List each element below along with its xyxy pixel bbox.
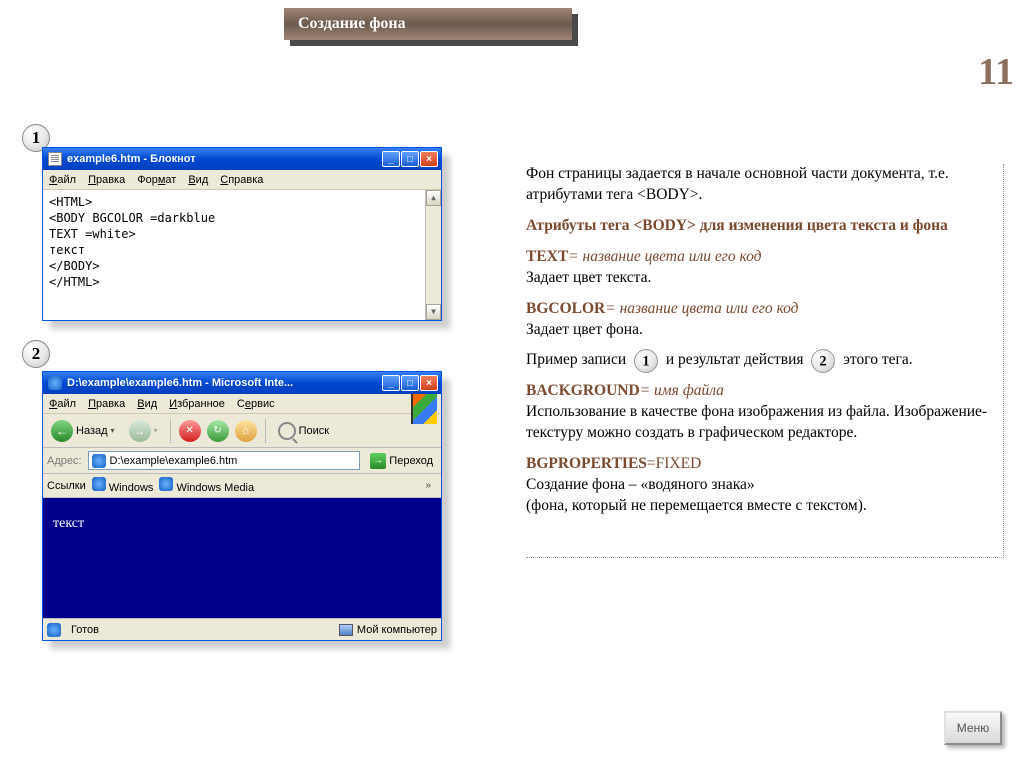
code-line: </BODY> bbox=[49, 258, 435, 274]
ie-titlebar[interactable]: D:\example\example6.htm - Microsoft Inte… bbox=[43, 372, 441, 394]
example-line: Пример записи 1 и результат действия 2 э… bbox=[526, 350, 995, 371]
attr-bgcolor: BGCOLOR= название цвета или его код Зада… bbox=[526, 299, 995, 341]
links-label: Ссылки bbox=[47, 480, 86, 492]
attr-text: TEXT= название цвета или его код Задает … bbox=[526, 247, 995, 289]
link-windows-media[interactable]: Windows Media bbox=[159, 477, 254, 494]
back-button[interactable]: ← Назад ▾ bbox=[47, 418, 119, 444]
go-label: Переход bbox=[389, 455, 433, 467]
dropdown-icon: ▾ bbox=[111, 426, 115, 435]
menu-favorites[interactable]: Избранное bbox=[169, 398, 225, 410]
paragraph: Фон страницы задается в начале основной … bbox=[526, 164, 995, 206]
status-ready: Готов bbox=[71, 624, 99, 636]
code-line: <BODY BGCOLOR =darkblue bbox=[49, 210, 435, 226]
menu-format[interactable]: Формат bbox=[137, 174, 176, 186]
minimize-button[interactable]: _ bbox=[382, 151, 400, 167]
page-icon bbox=[92, 454, 106, 468]
explanation-text: Фон страницы задается в начале основной … bbox=[526, 164, 1004, 558]
notepad-title: example6.htm - Блокнот bbox=[67, 153, 382, 165]
links-overflow-icon[interactable]: » bbox=[425, 480, 431, 491]
toolbar-separator bbox=[170, 419, 171, 443]
search-label: Поиск bbox=[299, 425, 329, 437]
toolbar-separator bbox=[265, 419, 266, 443]
link-windows[interactable]: Windows bbox=[92, 477, 154, 494]
notepad-scrollbar[interactable]: ▲ ▼ bbox=[425, 190, 441, 320]
notepad-content[interactable]: <HTML> <BODY BGCOLOR =darkblue TEXT =whi… bbox=[43, 190, 441, 320]
ie-app-icon bbox=[48, 376, 62, 390]
menu-file[interactable]: Файл bbox=[49, 398, 76, 410]
stop-icon[interactable]: ✕ bbox=[179, 420, 201, 442]
search-icon bbox=[278, 422, 296, 440]
ie-statusbar: Готов Мой компьютер bbox=[43, 618, 441, 640]
back-arrow-icon: ← bbox=[51, 420, 73, 442]
back-label: Назад bbox=[76, 425, 108, 437]
notepad-app-icon bbox=[48, 152, 62, 166]
link-icon bbox=[92, 477, 106, 491]
code-line: TEXT =white> bbox=[49, 226, 435, 242]
attr-bgproperties: BGPROPERTIES=FIXED Создание фона – «водя… bbox=[526, 454, 995, 517]
close-button[interactable]: × bbox=[420, 375, 438, 391]
ie-menubar: Файл Правка Вид Избранное Сервис » bbox=[43, 394, 441, 414]
attr-background: BACKGROUND= имя файла Использование в ка… bbox=[526, 381, 995, 444]
maximize-button[interactable]: □ bbox=[401, 375, 419, 391]
code-line: текст bbox=[49, 242, 435, 258]
address-value: D:\example\example6.htm bbox=[110, 455, 238, 467]
ie-address-bar: Адрес: D:\example\example6.htm → Переход bbox=[43, 448, 441, 474]
ie-nav-toolbar: ← Назад ▾ → ▾ ✕ ↻ ⌂ Поиск bbox=[43, 414, 441, 448]
ref-badge-2: 2 bbox=[22, 340, 50, 368]
menu-help[interactable]: Справка bbox=[220, 174, 263, 186]
address-label: Адрес: bbox=[47, 455, 82, 467]
title-banner-shadow: Создание фона bbox=[290, 14, 578, 46]
link-icon bbox=[159, 477, 173, 491]
dropdown-icon: ▾ bbox=[154, 426, 158, 435]
ie-window: D:\example\example6.htm - Microsoft Inte… bbox=[42, 371, 442, 641]
slide-number: 11 bbox=[978, 50, 1014, 94]
page-body-text: текст bbox=[53, 516, 84, 531]
menu-edit[interactable]: Правка bbox=[88, 174, 125, 186]
slide-title: Создание фона bbox=[284, 8, 572, 40]
ie-title: D:\example\example6.htm - Microsoft Inte… bbox=[67, 377, 382, 389]
forward-arrow-icon: → bbox=[129, 420, 151, 442]
menu-edit[interactable]: Правка bbox=[88, 398, 125, 410]
search-button[interactable]: Поиск bbox=[274, 420, 333, 442]
ie-page-viewport[interactable]: текст bbox=[43, 498, 441, 618]
windows-flag-icon bbox=[411, 394, 437, 424]
scroll-down-icon[interactable]: ▼ bbox=[426, 304, 441, 320]
code-line: <HTML> bbox=[49, 194, 435, 210]
refresh-icon[interactable]: ↻ bbox=[207, 420, 229, 442]
go-arrow-icon: → bbox=[370, 453, 386, 469]
scroll-up-icon[interactable]: ▲ bbox=[426, 190, 441, 206]
notepad-titlebar[interactable]: example6.htm - Блокнот _ □ × bbox=[43, 148, 441, 170]
heading: Атрибуты тега <BODY> для изменения цвета… bbox=[526, 216, 995, 237]
inline-ref-1: 1 bbox=[634, 349, 658, 373]
menu-view[interactable]: Вид bbox=[188, 174, 208, 186]
notepad-menubar: Файл Правка Формат Вид Справка bbox=[43, 170, 441, 190]
home-icon[interactable]: ⌂ bbox=[235, 420, 257, 442]
minimize-button[interactable]: _ bbox=[382, 375, 400, 391]
forward-button[interactable]: → ▾ bbox=[125, 418, 162, 444]
ie-links-bar: Ссылки Windows Windows Media » bbox=[43, 474, 441, 498]
inline-ref-2: 2 bbox=[811, 349, 835, 373]
status-icon bbox=[47, 623, 61, 637]
my-computer-icon bbox=[339, 624, 353, 636]
address-input[interactable]: D:\example\example6.htm bbox=[88, 451, 361, 470]
menu-button[interactable]: Меню bbox=[944, 711, 1002, 745]
menu-file[interactable]: Файл bbox=[49, 174, 76, 186]
go-button[interactable]: → Переход bbox=[366, 452, 437, 470]
menu-view[interactable]: Вид bbox=[137, 398, 157, 410]
maximize-button[interactable]: □ bbox=[401, 151, 419, 167]
notepad-window: example6.htm - Блокнот _ □ × Файл Правка… bbox=[42, 147, 442, 321]
close-button[interactable]: × bbox=[420, 151, 438, 167]
menu-tools[interactable]: Сервис bbox=[237, 398, 275, 410]
status-zone: Мой компьютер bbox=[357, 624, 437, 636]
code-line: </HTML> bbox=[49, 274, 435, 290]
